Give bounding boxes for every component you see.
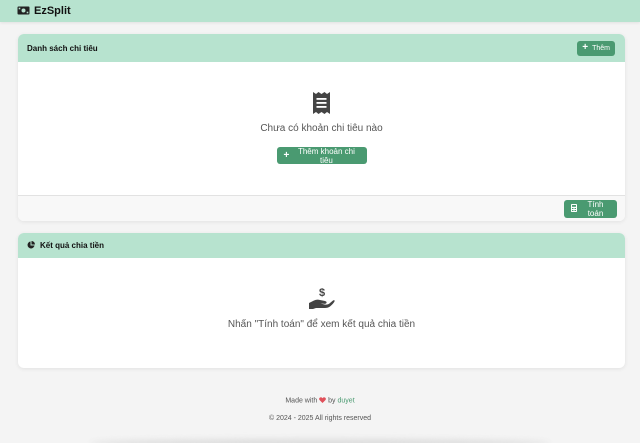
calculator-icon bbox=[571, 203, 577, 214]
expenses-card-footer: Tính toán bbox=[18, 195, 625, 221]
add-button[interactable]: + Thêm bbox=[577, 40, 615, 56]
bottom-shadow bbox=[90, 439, 550, 443]
expenses-empty-text: Chưa có khoản chi tiêu nào bbox=[260, 123, 383, 134]
calculate-button[interactable]: Tính toán bbox=[564, 199, 617, 218]
svg-text:$: $ bbox=[318, 287, 324, 299]
receipt-icon bbox=[313, 92, 330, 119]
footer-made-with: Made with bbox=[285, 397, 318, 405]
pie-chart-icon bbox=[27, 240, 35, 251]
add-button-label: Thêm bbox=[592, 44, 610, 52]
results-card-title-wrap: Kết quả chia tiền bbox=[27, 240, 105, 251]
footer: Made with by duyet bbox=[0, 397, 640, 405]
results-card-header: Kết quả chia tiền bbox=[18, 233, 625, 258]
author-link[interactable]: duyet bbox=[338, 398, 355, 405]
expenses-card-title: Danh sách chi tiêu bbox=[27, 43, 98, 53]
expenses-card-header: Danh sách chi tiêu + Thêm bbox=[18, 34, 625, 62]
calculate-button-label: Tính toán bbox=[587, 199, 604, 218]
results-card: Kết quả chia tiền $ Nhấn "Tính toán" để … bbox=[18, 233, 625, 368]
app-title: EzSplit bbox=[34, 5, 71, 17]
plus-icon: + bbox=[582, 42, 589, 53]
money-bill-icon bbox=[17, 2, 30, 20]
navbar: EzSplit bbox=[0, 0, 640, 22]
plus-icon: + bbox=[283, 149, 290, 161]
footer-by: by bbox=[328, 397, 336, 405]
heart-icon bbox=[319, 397, 328, 405]
hand-holding-dollar-icon: $ bbox=[308, 287, 335, 314]
results-empty-text: Nhấn "Tính toán" để xem kết quả chia tiề… bbox=[227, 319, 416, 330]
brand[interactable]: EzSplit bbox=[17, 2, 71, 20]
footer-copyright: © 2024 - 2025 All rights reserved bbox=[268, 415, 372, 422]
add-expense-button[interactable]: + Thêm khoản chi tiêu bbox=[276, 146, 367, 165]
results-card-title: Kết quả chia tiền bbox=[40, 241, 105, 250]
add-expense-button-label: Thêm khoản chi tiêu bbox=[297, 146, 355, 165]
expenses-card-body: Chưa có khoản chi tiêu nào + Thêm khoản … bbox=[18, 62, 625, 195]
expenses-card: Danh sách chi tiêu + Thêm Chưa có khoản … bbox=[18, 34, 625, 221]
results-card-body: $ Nhấn "Tính toán" để xem kết quả chia t… bbox=[18, 258, 625, 368]
